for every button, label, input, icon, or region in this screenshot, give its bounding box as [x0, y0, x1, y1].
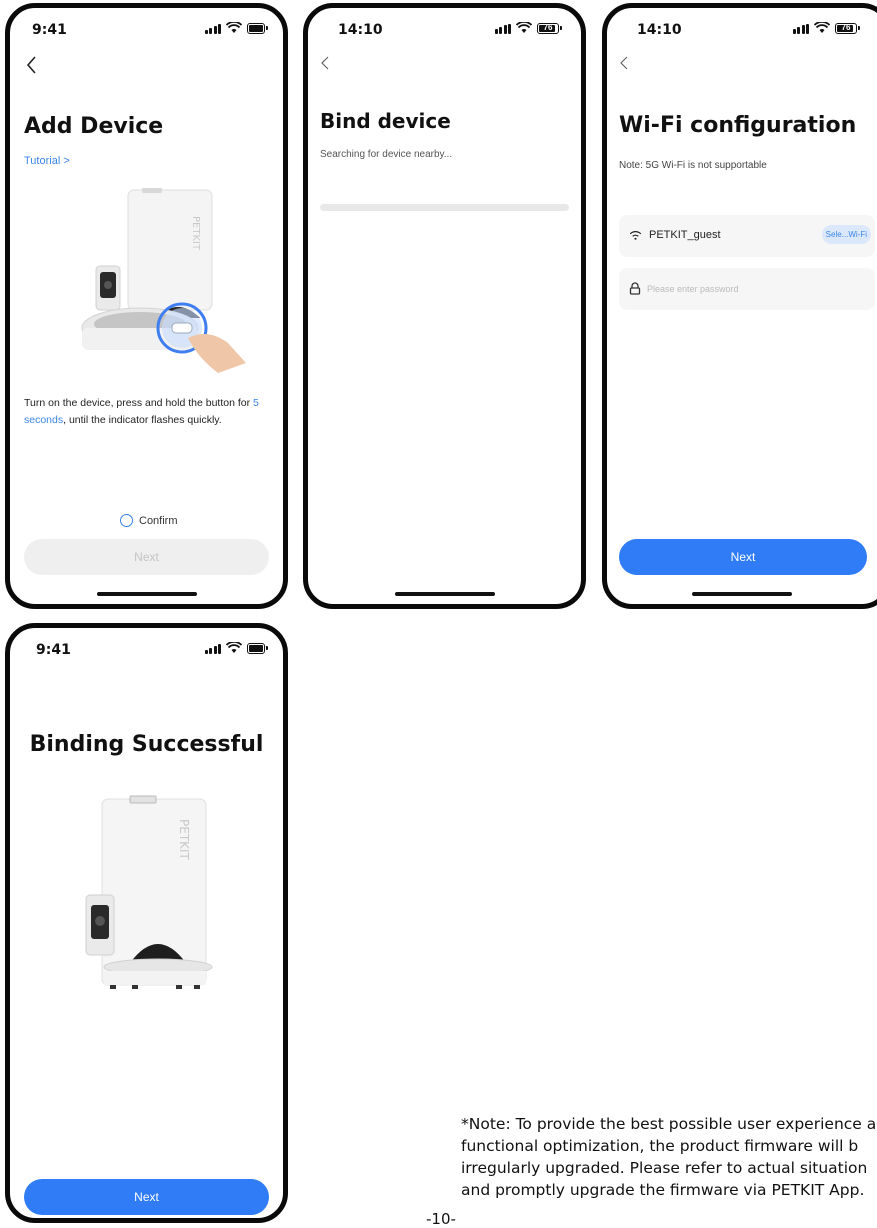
battery-icon: 76: [537, 22, 562, 34]
next-button[interactable]: Next: [619, 539, 867, 575]
tutorial-link[interactable]: Tutorial >: [24, 155, 70, 167]
note-line-4: and promptly upgrade the firmware via PE…: [461, 1181, 865, 1199]
wifi-icon: [629, 231, 642, 240]
searching-subtitle: Searching for device nearby...: [320, 149, 453, 160]
status-time: 9:41: [36, 642, 71, 658]
back-arrow-icon[interactable]: [24, 54, 40, 76]
wifi-status-icon: [814, 22, 830, 33]
back-arrow-icon[interactable]: [318, 52, 334, 74]
page-title: Binding Successful: [29, 732, 264, 757]
home-indicator: [692, 592, 792, 596]
phone-add-device: 9:41 Add Device Tutorial > PETKIT Turn o…: [5, 3, 288, 609]
search-progress-bar: [320, 204, 569, 211]
confirm-checkbox[interactable]: Confirm: [120, 514, 178, 527]
signal-icon: [204, 23, 221, 34]
feeder-illustration: PETKIT: [85, 795, 213, 989]
select-wifi-button[interactable]: Sele...Wi-Fi: [821, 225, 871, 244]
page-title: Bind device: [320, 109, 451, 133]
note-line-3: irregularly upgraded. Please refer to ac…: [461, 1159, 868, 1177]
wifi-status-icon: [226, 642, 242, 653]
status-icons: [204, 22, 268, 34]
status-icons: 76: [792, 22, 860, 34]
back-arrow-icon[interactable]: [617, 52, 633, 74]
phone-binding-successful: 9:41 Binding Successful PETKIT Next: [5, 623, 288, 1223]
svg-text:PETKIT: PETKIT: [190, 216, 201, 251]
page-title: Wi-Fi configuration: [619, 113, 857, 138]
svg-text:PETKIT: PETKIT: [177, 819, 191, 861]
wifi-ssid-row[interactable]: PETKIT_guest Sele...Wi-Fi: [619, 215, 875, 257]
signal-icon: [792, 23, 809, 34]
firmware-note: *Note: To provide the best possible user…: [461, 1113, 877, 1201]
status-icons: [204, 642, 268, 654]
battery-icon: [247, 22, 268, 34]
home-indicator: [394, 592, 495, 596]
phone-wifi-configuration: 14:10 76 Wi-Fi configuration Note: 5G Wi…: [602, 3, 877, 609]
wifi-status-icon: [226, 22, 242, 33]
note-line-1: *Note: To provide the best possible user…: [461, 1115, 877, 1133]
battery-icon: [247, 642, 268, 654]
password-field[interactable]: Please enter password: [619, 268, 875, 310]
status-time: 14:10: [637, 22, 682, 38]
page-number: -10-: [426, 1210, 456, 1228]
page-title: Add Device: [24, 114, 164, 139]
status-time: 9:41: [32, 22, 67, 38]
next-button[interactable]: Next: [24, 1179, 269, 1215]
note-line-2: functional optimization, the product fir…: [461, 1137, 859, 1155]
next-button[interactable]: Next: [24, 539, 269, 575]
status-time: 14:10: [338, 22, 383, 38]
feeder-illustration: PETKIT: [81, 188, 246, 373]
status-icons: 76: [494, 22, 562, 34]
wifi-note: Note: 5G Wi-Fi is not supportable: [619, 160, 767, 171]
signal-icon: [494, 23, 511, 34]
battery-icon: 76: [835, 22, 860, 34]
confirm-label: Confirm: [139, 514, 178, 527]
wifi-status-icon: [516, 22, 532, 33]
radio-circle-icon: [120, 514, 133, 527]
phone-bind-device: 14:10 76 Bind device Searching for devic…: [303, 3, 586, 609]
signal-icon: [204, 643, 221, 654]
password-placeholder: Please enter password: [647, 284, 739, 294]
status-bar: 9:41: [10, 8, 283, 48]
status-bar: 14:10 76: [607, 8, 877, 48]
status-bar: 9:41: [10, 628, 283, 668]
lock-icon: [629, 282, 641, 295]
status-bar: 14:10 76: [308, 8, 581, 48]
wifi-ssid: PETKIT_guest: [649, 229, 721, 241]
home-indicator: [96, 592, 197, 596]
instruction-text: Turn on the device, press and hold the b…: [24, 397, 259, 426]
